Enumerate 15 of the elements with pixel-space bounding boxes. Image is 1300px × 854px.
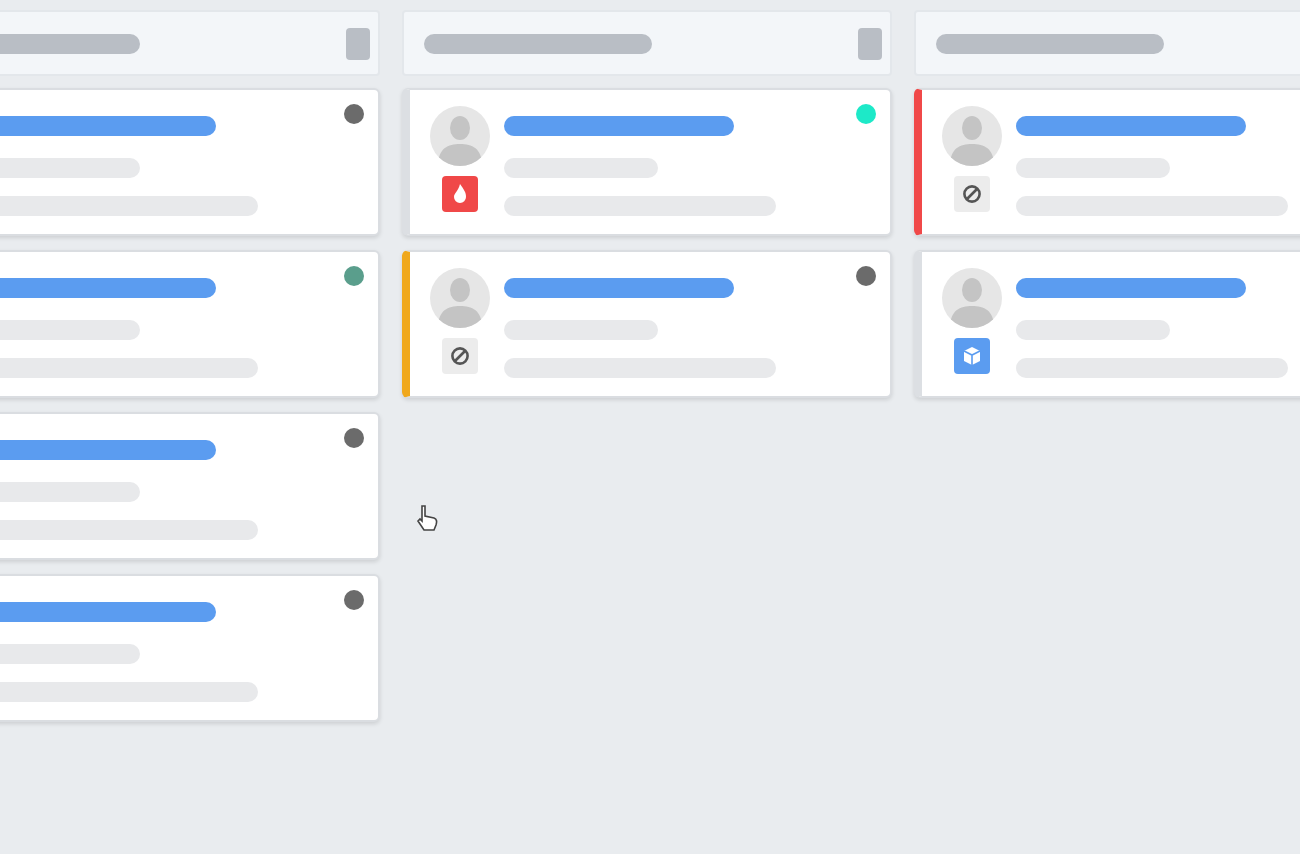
- task-card[interactable]: [0, 88, 380, 236]
- task-card[interactable]: [914, 88, 1300, 236]
- avatar-icon: [430, 268, 490, 328]
- task-card[interactable]: [0, 574, 380, 722]
- avatar-icon: [430, 106, 490, 166]
- task-card[interactable]: [402, 88, 892, 236]
- hand-cursor-icon: [416, 504, 440, 532]
- column-menu-button[interactable]: [858, 27, 882, 59]
- task-card[interactable]: [0, 250, 380, 398]
- task-card[interactable]: [0, 412, 380, 560]
- task-card[interactable]: [914, 250, 1300, 398]
- avatar-icon: [942, 106, 1002, 166]
- column-menu-button[interactable]: [346, 27, 370, 59]
- task-card[interactable]: [402, 250, 892, 398]
- avatar-icon: [942, 268, 1002, 328]
